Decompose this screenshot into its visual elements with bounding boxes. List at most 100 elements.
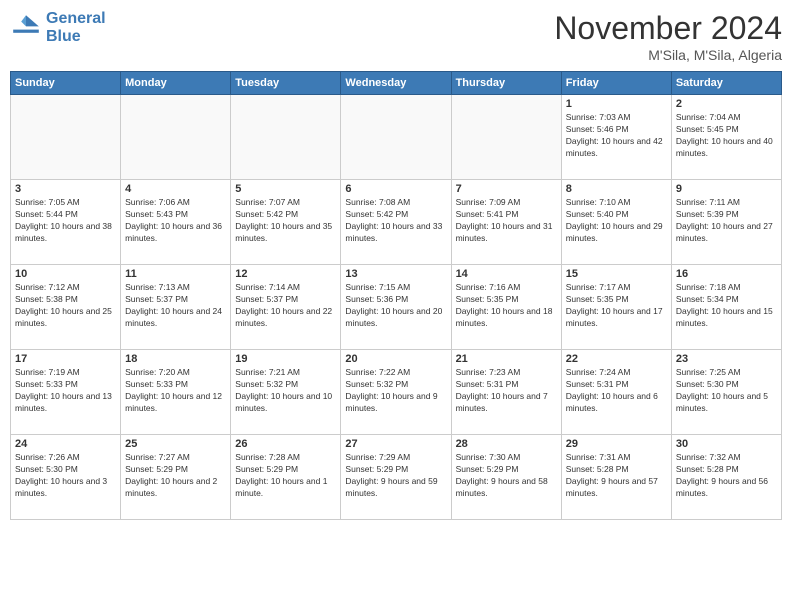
- weekday-header: Sunday: [11, 72, 121, 95]
- day-number: 16: [676, 268, 777, 280]
- calendar-cell: 19 Sunrise: 7:21 AM Sunset: 5:32 PM Dayli…: [231, 350, 341, 435]
- logo-text: General Blue: [46, 10, 106, 45]
- day-info: Sunrise: 7:24 AM Sunset: 5:31 PM Dayligh…: [566, 367, 667, 415]
- day-info: Sunrise: 7:12 AM Sunset: 5:38 PM Dayligh…: [15, 282, 116, 330]
- calendar-cell: 20 Sunrise: 7:22 AM Sunset: 5:32 PM Dayli…: [341, 350, 451, 435]
- day-info: Sunrise: 7:05 AM Sunset: 5:44 PM Dayligh…: [15, 197, 116, 245]
- logo: General Blue: [10, 10, 106, 45]
- calendar-cell: 2Sunrise: 7:04 AM Sunset: 5:45 PM Daylig…: [671, 95, 781, 180]
- day-info: Sunrise: 7:09 AM Sunset: 5:41 PM Dayligh…: [456, 197, 557, 245]
- calendar-cell: [451, 95, 561, 180]
- day-info: Sunrise: 7:20 AM Sunset: 5:33 PM Dayligh…: [125, 367, 226, 415]
- calendar-cell: 12 Sunrise: 7:14 AM Sunset: 5:37 PM Dayli…: [231, 265, 341, 350]
- day-number: 6: [345, 183, 446, 195]
- logo-line2: Blue: [46, 28, 81, 45]
- day-info: Sunrise: 7:26 AM Sunset: 5:30 PM Dayligh…: [15, 452, 116, 500]
- calendar-cell: 11Sunrise: 7:13 AM Sunset: 5:37 PM Dayli…: [121, 265, 231, 350]
- day-info: Sunrise: 7:27 AM Sunset: 5:29 PM Dayligh…: [125, 452, 226, 500]
- calendar-cell: 18 Sunrise: 7:20 AM Sunset: 5:33 PM Dayli…: [121, 350, 231, 435]
- day-number: 23: [676, 353, 777, 365]
- day-info: Sunrise: 7:18 AM Sunset: 5:34 PM Dayligh…: [676, 282, 777, 330]
- day-info: Sunrise: 7:17 AM Sunset: 5:35 PM Dayligh…: [566, 282, 667, 330]
- weekday-header: Thursday: [451, 72, 561, 95]
- calendar-cell: [231, 95, 341, 180]
- day-number: 26: [235, 438, 336, 450]
- calendar-cell: 30 Sunrise: 7:32 AM Sunset: 5:28 PM Dayli…: [671, 435, 781, 520]
- day-info: Sunrise: 7:19 AM Sunset: 5:33 PM Dayligh…: [15, 367, 116, 415]
- day-number: 24: [15, 438, 116, 450]
- weekday-header: Saturday: [671, 72, 781, 95]
- page: General Blue November 2024 M'Sila, M'Sil…: [0, 0, 792, 612]
- day-number: 25: [125, 438, 226, 450]
- day-info: Sunrise: 7:11 AM Sunset: 5:39 PM Dayligh…: [676, 197, 777, 245]
- day-info: Sunrise: 7:22 AM Sunset: 5:32 PM Dayligh…: [345, 367, 446, 415]
- calendar-cell: 10 Sunrise: 7:12 AM Sunset: 5:38 PM Dayli…: [11, 265, 121, 350]
- day-info: Sunrise: 7:21 AM Sunset: 5:32 PM Dayligh…: [235, 367, 336, 415]
- day-number: 13: [345, 268, 446, 280]
- day-info: Sunrise: 7:31 AM Sunset: 5:28 PM Dayligh…: [566, 452, 667, 500]
- day-info: Sunrise: 7:25 AM Sunset: 5:30 PM Dayligh…: [676, 367, 777, 415]
- calendar-cell: 5Sunrise: 7:07 AM Sunset: 5:42 PM Daylig…: [231, 180, 341, 265]
- calendar: SundayMondayTuesdayWednesdayThursdayFrid…: [10, 71, 782, 520]
- day-number: 19: [235, 353, 336, 365]
- day-number: 4: [125, 183, 226, 195]
- day-info: Sunrise: 7:29 AM Sunset: 5:29 PM Dayligh…: [345, 452, 446, 500]
- day-number: 28: [456, 438, 557, 450]
- calendar-cell: 23 Sunrise: 7:25 AM Sunset: 5:30 PM Dayli…: [671, 350, 781, 435]
- day-number: 20: [345, 353, 446, 365]
- calendar-cell: [121, 95, 231, 180]
- calendar-cell: 6Sunrise: 7:08 AM Sunset: 5:42 PM Daylig…: [341, 180, 451, 265]
- day-info: Sunrise: 7:23 AM Sunset: 5:31 PM Dayligh…: [456, 367, 557, 415]
- calendar-cell: 14Sunrise: 7:16 AM Sunset: 5:35 PM Dayli…: [451, 265, 561, 350]
- calendar-cell: 17 Sunrise: 7:19 AM Sunset: 5:33 PM Dayli…: [11, 350, 121, 435]
- day-number: 8: [566, 183, 667, 195]
- day-number: 21: [456, 353, 557, 365]
- calendar-cell: 25 Sunrise: 7:27 AM Sunset: 5:29 PM Dayli…: [121, 435, 231, 520]
- calendar-cell: 29 Sunrise: 7:31 AM Sunset: 5:28 PM Dayli…: [561, 435, 671, 520]
- day-number: 29: [566, 438, 667, 450]
- calendar-cell: [341, 95, 451, 180]
- day-info: Sunrise: 7:06 AM Sunset: 5:43 PM Dayligh…: [125, 197, 226, 245]
- header: General Blue November 2024 M'Sila, M'Sil…: [10, 10, 782, 63]
- weekday-header: Monday: [121, 72, 231, 95]
- weekday-header: Tuesday: [231, 72, 341, 95]
- calendar-week-row: 17 Sunrise: 7:19 AM Sunset: 5:33 PM Dayli…: [11, 350, 782, 435]
- location: M'Sila, M'Sila, Algeria: [554, 47, 782, 63]
- calendar-cell: 15 Sunrise: 7:17 AM Sunset: 5:35 PM Dayli…: [561, 265, 671, 350]
- calendar-cell: 21 Sunrise: 7:23 AM Sunset: 5:31 PM Dayli…: [451, 350, 561, 435]
- day-number: 17: [15, 353, 116, 365]
- calendar-cell: [11, 95, 121, 180]
- calendar-week-row: 3 Sunrise: 7:05 AM Sunset: 5:44 PM Daylig…: [11, 180, 782, 265]
- calendar-cell: 24 Sunrise: 7:26 AM Sunset: 5:30 PM Dayli…: [11, 435, 121, 520]
- title-block: November 2024 M'Sila, M'Sila, Algeria: [554, 10, 782, 63]
- day-info: Sunrise: 7:15 AM Sunset: 5:36 PM Dayligh…: [345, 282, 446, 330]
- day-info: Sunrise: 7:32 AM Sunset: 5:28 PM Dayligh…: [676, 452, 777, 500]
- day-number: 22: [566, 353, 667, 365]
- calendar-cell: 3 Sunrise: 7:05 AM Sunset: 5:44 PM Daylig…: [11, 180, 121, 265]
- calendar-week-row: 24 Sunrise: 7:26 AM Sunset: 5:30 PM Dayli…: [11, 435, 782, 520]
- weekday-header-row: SundayMondayTuesdayWednesdayThursdayFrid…: [11, 72, 782, 95]
- calendar-cell: 7Sunrise: 7:09 AM Sunset: 5:41 PM Daylig…: [451, 180, 561, 265]
- day-info: Sunrise: 7:04 AM Sunset: 5:45 PM Dayligh…: [676, 112, 777, 160]
- day-number: 12: [235, 268, 336, 280]
- calendar-cell: 22 Sunrise: 7:24 AM Sunset: 5:31 PM Dayli…: [561, 350, 671, 435]
- calendar-cell: 27Sunrise: 7:29 AM Sunset: 5:29 PM Dayli…: [341, 435, 451, 520]
- month-title: November 2024: [554, 10, 782, 47]
- day-number: 5: [235, 183, 336, 195]
- day-number: 10: [15, 268, 116, 280]
- day-info: Sunrise: 7:16 AM Sunset: 5:35 PM Dayligh…: [456, 282, 557, 330]
- calendar-cell: 4 Sunrise: 7:06 AM Sunset: 5:43 PM Daylig…: [121, 180, 231, 265]
- day-info: Sunrise: 7:13 AM Sunset: 5:37 PM Dayligh…: [125, 282, 226, 330]
- day-number: 3: [15, 183, 116, 195]
- calendar-week-row: 1Sunrise: 7:03 AM Sunset: 5:46 PM Daylig…: [11, 95, 782, 180]
- day-number: 18: [125, 353, 226, 365]
- logo-line1: General: [46, 10, 106, 27]
- day-info: Sunrise: 7:30 AM Sunset: 5:29 PM Dayligh…: [456, 452, 557, 500]
- day-info: Sunrise: 7:14 AM Sunset: 5:37 PM Dayligh…: [235, 282, 336, 330]
- calendar-cell: 16 Sunrise: 7:18 AM Sunset: 5:34 PM Dayli…: [671, 265, 781, 350]
- weekday-header: Wednesday: [341, 72, 451, 95]
- calendar-cell: 8Sunrise: 7:10 AM Sunset: 5:40 PM Daylig…: [561, 180, 671, 265]
- day-number: 15: [566, 268, 667, 280]
- calendar-cell: 13 Sunrise: 7:15 AM Sunset: 5:36 PM Dayli…: [341, 265, 451, 350]
- day-number: 30: [676, 438, 777, 450]
